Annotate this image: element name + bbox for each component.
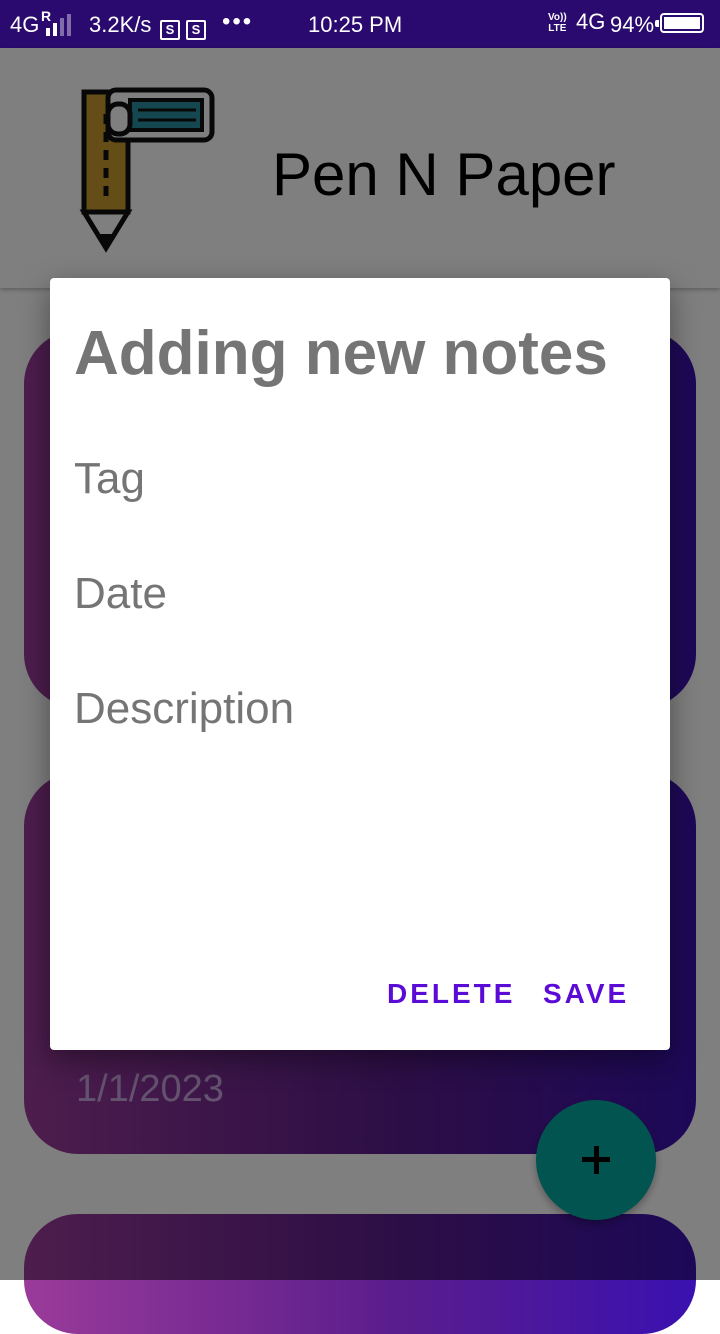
- volte-icon: Vo)) LTE: [548, 12, 567, 34]
- date-input[interactable]: [74, 559, 634, 629]
- battery-icon: [655, 13, 704, 33]
- status-bar: 4G R 3.2K/s SS ••• 10:25 PM Vo)) LTE 4G …: [0, 0, 720, 48]
- signal-icon: [44, 14, 74, 36]
- description-input[interactable]: [74, 674, 634, 744]
- network-type-right: 4G: [576, 9, 606, 34]
- network-speed: 3.2K/s: [89, 12, 152, 37]
- delete-button[interactable]: DELETE: [387, 978, 515, 1010]
- notification-icons: SS: [160, 12, 212, 40]
- clock: 10:25 PM: [308, 12, 403, 37]
- dialog-title: Adding new notes: [74, 319, 608, 388]
- battery-percent: 94%: [610, 12, 655, 37]
- app-s-icon: S: [186, 20, 206, 40]
- save-button[interactable]: SAVE: [543, 978, 629, 1010]
- tag-input[interactable]: [74, 444, 634, 514]
- more-notifications-icon: •••: [222, 8, 254, 35]
- network-type: 4G: [10, 12, 40, 37]
- app-s-icon: S: [160, 20, 180, 40]
- add-note-dialog: Adding new notes DELETE SAVE: [50, 278, 670, 1050]
